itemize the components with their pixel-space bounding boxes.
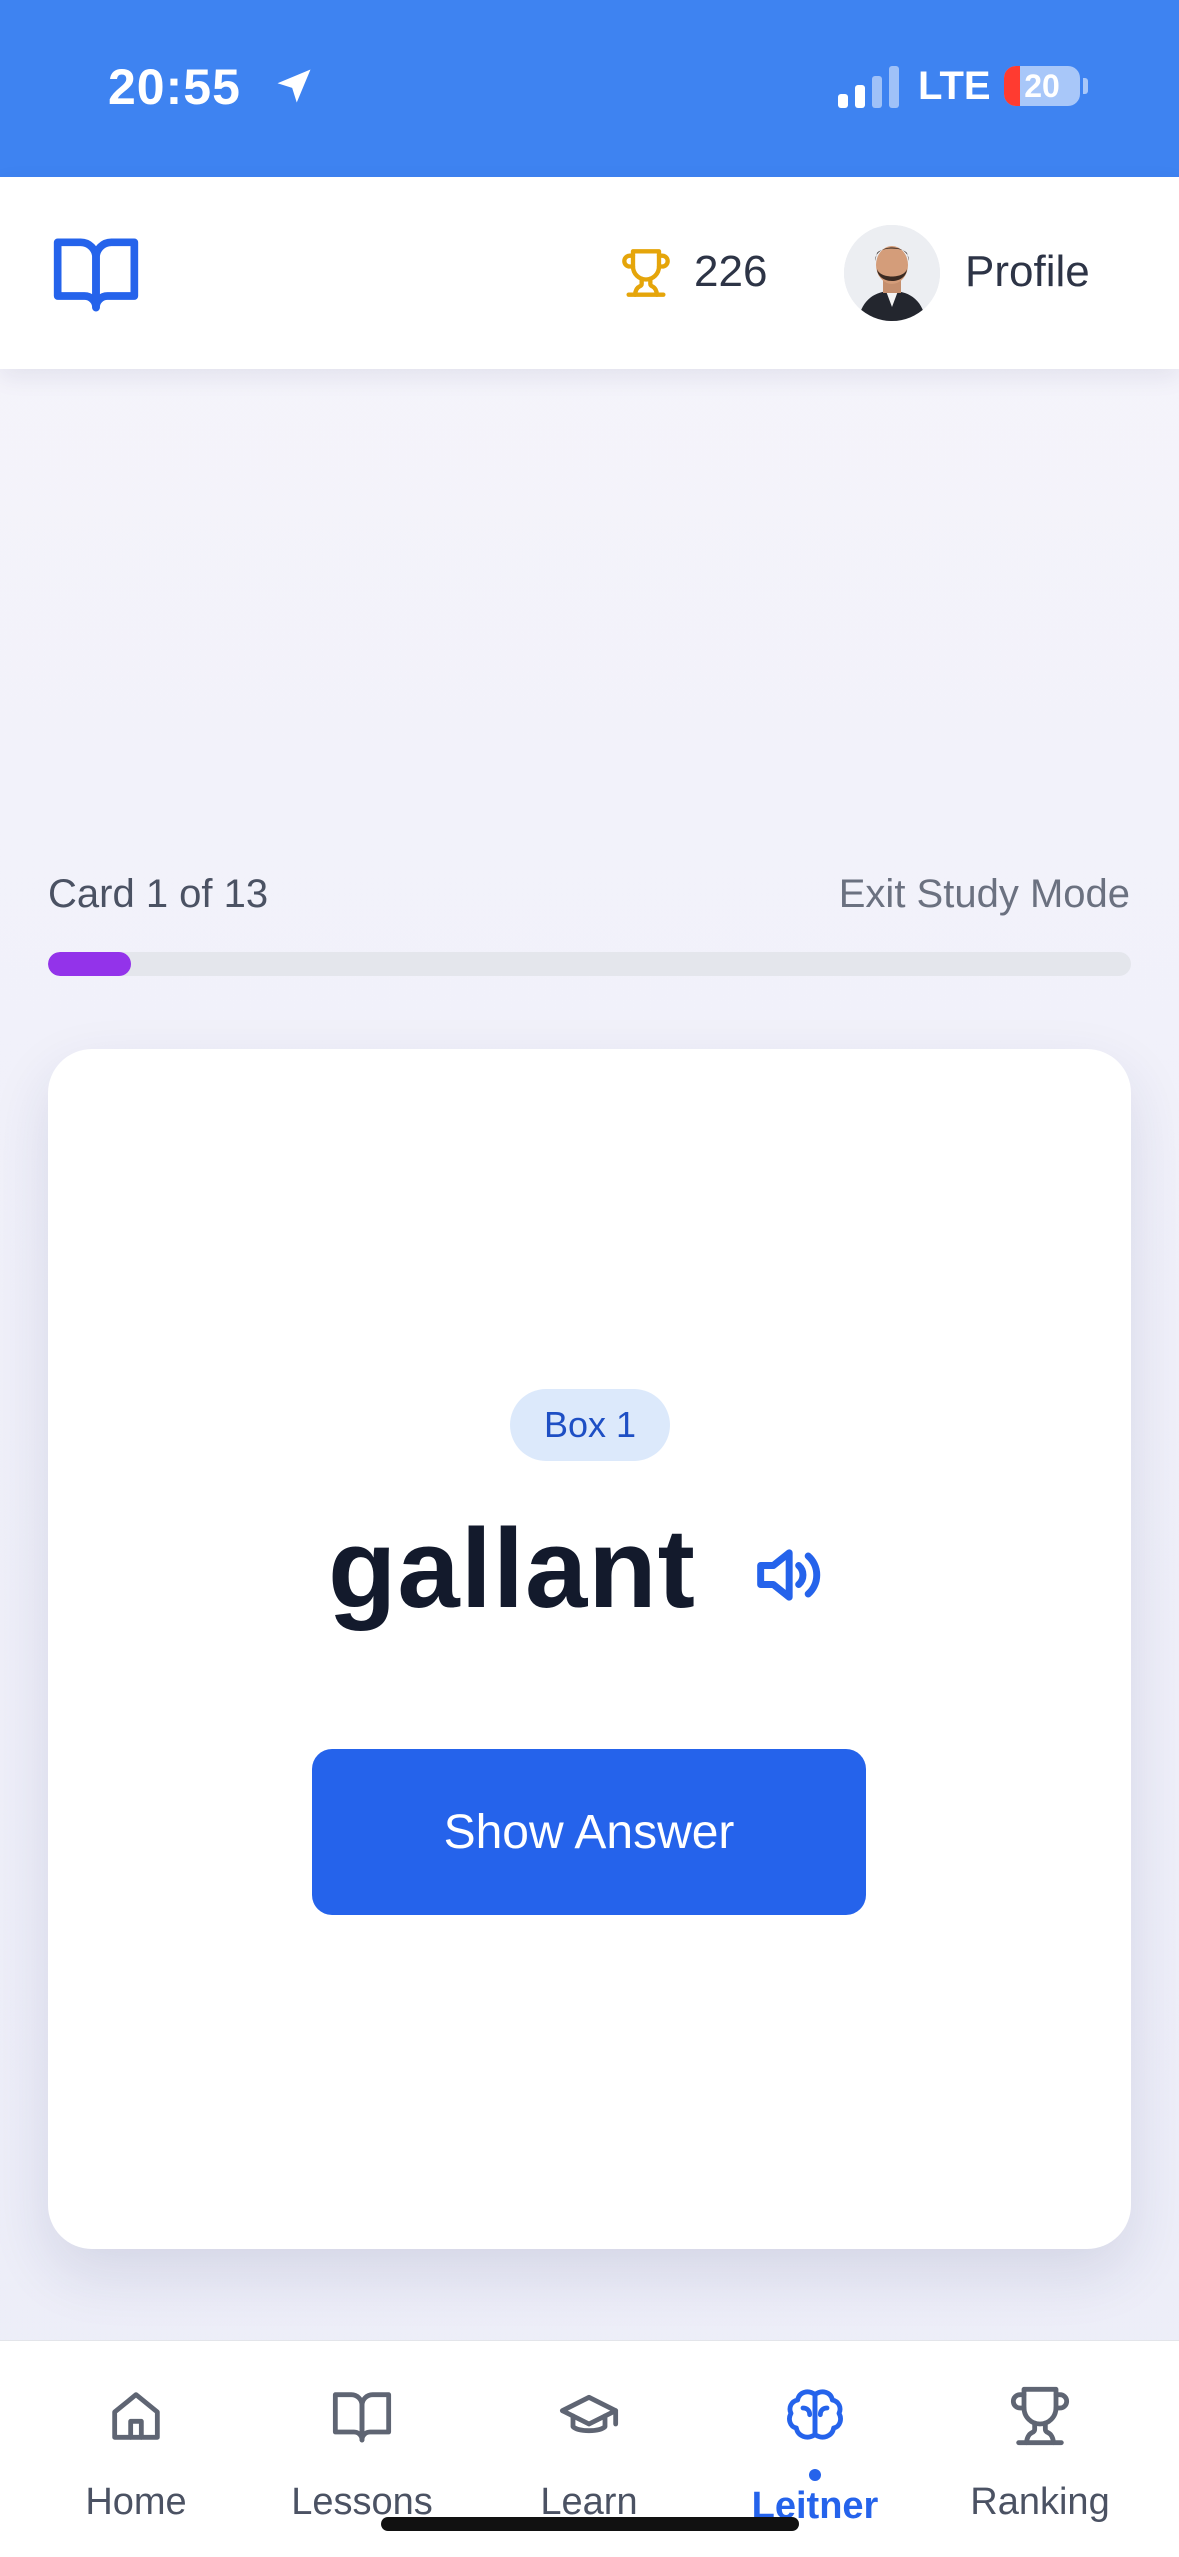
graduation-cap-icon — [559, 2394, 619, 2434]
nav-item-lessons[interactable]: Lessons — [262, 2341, 462, 2541]
flashcard-word: gallant — [328, 1506, 696, 1631]
exit-study-mode-button[interactable]: Exit Study Mode — [839, 872, 1130, 917]
nav-label-ranking: Ranking — [970, 2481, 1110, 2523]
nav-item-home[interactable]: Home — [36, 2341, 236, 2541]
battery-level: 20 — [1024, 68, 1060, 104]
book-logo-icon[interactable] — [50, 227, 142, 319]
signal-strength-icon — [838, 66, 899, 108]
location-arrow-icon — [277, 69, 311, 103]
nav-item-learn[interactable]: Learn — [489, 2341, 689, 2541]
leitner-box-badge: Box 1 — [510, 1389, 670, 1461]
top-nav: 226 Profile — [0, 177, 1179, 369]
points-count: 226 — [694, 247, 768, 296]
trophy-icon — [622, 249, 670, 297]
flashcard: Box 1 gallant Show Answer — [48, 1049, 1131, 2249]
study-progress-bar — [48, 952, 1131, 976]
home-indicator — [381, 2517, 799, 2531]
brain-icon — [787, 2389, 843, 2440]
study-progress-fill — [48, 952, 132, 976]
profile-link[interactable]: Profile — [965, 247, 1090, 297]
battery-icon: 20 — [1004, 66, 1080, 106]
nav-label-home: Home — [85, 2481, 187, 2523]
active-indicator-dot — [809, 2469, 821, 2481]
network-type: LTE — [918, 64, 991, 108]
status-time: 20:55 — [108, 59, 241, 115]
show-answer-button[interactable]: Show Answer — [312, 1749, 866, 1915]
nav-item-leitner[interactable]: Leitner — [715, 2341, 915, 2541]
card-counter: Card 1 of 13 — [48, 872, 269, 916]
status-bar: 20:55 LTE 20 — [0, 0, 1179, 177]
speaker-icon[interactable] — [748, 1537, 824, 1613]
trophy-icon — [1010, 2386, 1070, 2446]
book-icon — [332, 2392, 392, 2443]
avatar[interactable] — [844, 225, 940, 321]
battery-tip — [1083, 78, 1088, 94]
home-icon — [112, 2392, 160, 2440]
nav-item-ranking[interactable]: Ranking — [940, 2341, 1140, 2541]
